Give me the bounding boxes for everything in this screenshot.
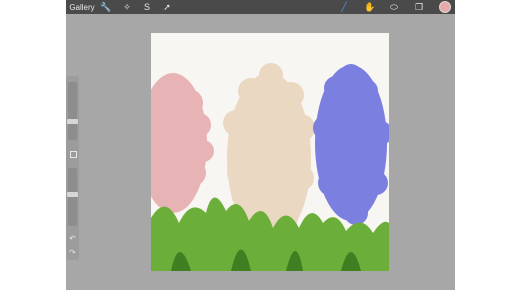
brush-icon[interactable]: ╱ bbox=[338, 0, 350, 14]
modify-button[interactable] bbox=[70, 151, 77, 158]
letterbox-right bbox=[455, 0, 516, 290]
gallery-button[interactable]: Gallery bbox=[69, 0, 94, 14]
actions-wrench-icon[interactable]: 🔧 bbox=[100, 0, 112, 14]
layers-icon[interactable]: ❐ bbox=[413, 0, 425, 14]
redo-icon[interactable]: ↷ bbox=[68, 248, 77, 257]
eraser-icon[interactable]: ⬭ bbox=[388, 0, 400, 14]
drawing-canvas[interactable] bbox=[151, 33, 389, 271]
adjustments-wand-icon[interactable]: ✧ bbox=[121, 0, 133, 14]
opacity-thumb[interactable] bbox=[67, 191, 78, 197]
transform-arrow-icon[interactable]: ➚ bbox=[161, 0, 173, 14]
left-sidebar: ↶ ↷ bbox=[66, 76, 79, 260]
smudge-icon[interactable]: ✋ bbox=[364, 0, 376, 14]
undo-icon[interactable]: ↶ bbox=[68, 234, 77, 243]
brush-size-slider[interactable] bbox=[68, 82, 77, 140]
selection-icon[interactable]: S bbox=[141, 0, 153, 14]
hyacinth-artwork bbox=[151, 33, 389, 271]
color-picker-button[interactable] bbox=[439, 1, 451, 13]
brush-size-thumb[interactable] bbox=[67, 119, 78, 125]
opacity-slider[interactable] bbox=[68, 168, 77, 226]
letterbox-left bbox=[0, 0, 66, 290]
